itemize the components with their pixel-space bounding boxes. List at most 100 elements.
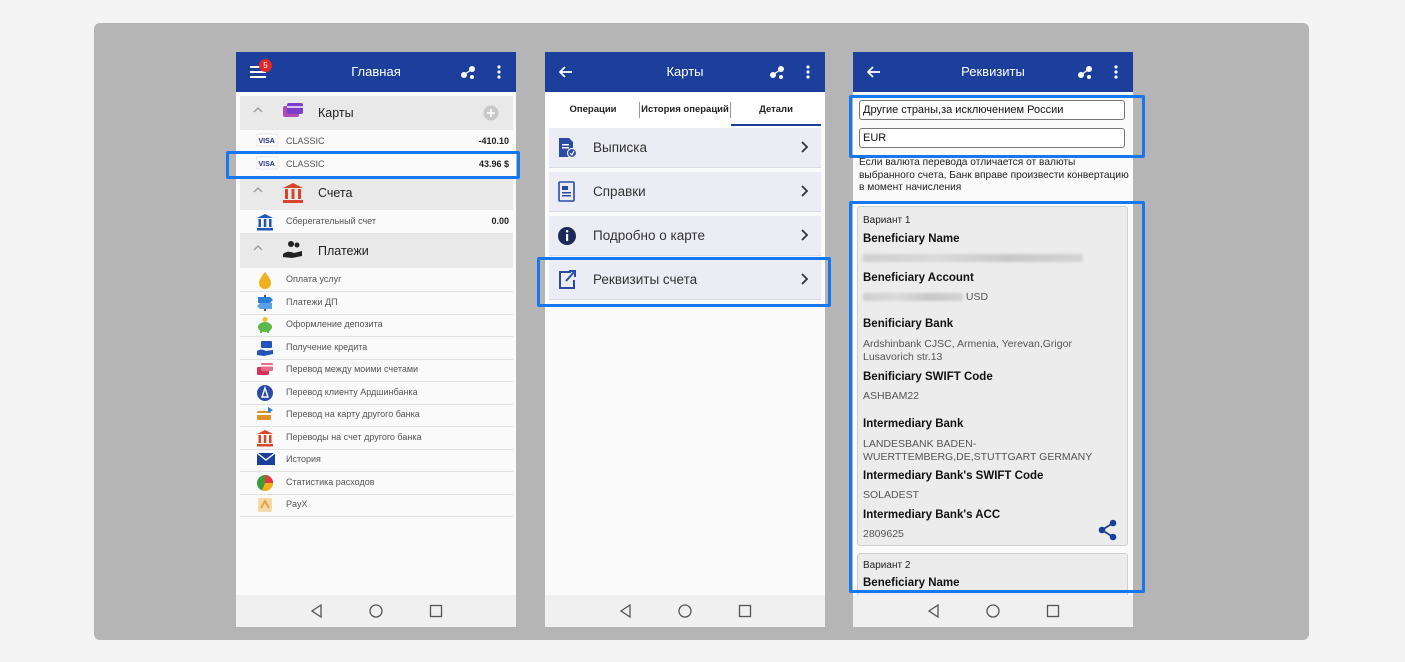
list-item[interactable]: Платежи ДП	[240, 292, 513, 315]
chevron-up-icon	[253, 107, 263, 113]
app-bar: Реквизиты	[853, 52, 1133, 92]
list-item[interactable]: VISA CLASSIC 43.96 $	[240, 154, 513, 177]
item-label: Сберегательный счет	[286, 216, 377, 226]
connect-button[interactable]	[456, 52, 480, 92]
list-item[interactable]: Перевод клиенту Ардшинбанка	[240, 382, 513, 405]
app-bar: 5 Главная	[236, 52, 516, 92]
recents-nav-icon[interactable]	[1046, 604, 1060, 618]
molecule-icon	[461, 66, 475, 79]
home-nav-icon[interactable]	[986, 604, 1000, 618]
recents-nav-icon[interactable]	[429, 604, 443, 618]
list-item[interactable]: Перевод между моими счетами	[240, 359, 513, 382]
connect-button[interactable]	[765, 52, 789, 92]
back-nav-icon[interactable]	[310, 604, 324, 618]
group-label: Счета	[318, 186, 353, 200]
item-label: Получение кредита	[286, 341, 368, 352]
group-label: Платежи	[318, 244, 369, 258]
group-label: Карты	[318, 106, 354, 120]
certificate-icon	[558, 181, 575, 202]
chevron-up-icon	[253, 245, 263, 251]
more-options-button[interactable]	[1104, 52, 1128, 92]
molecule-icon	[1078, 66, 1092, 79]
more-vertical-icon	[806, 65, 810, 79]
menu-label: Выписка	[593, 140, 648, 155]
account-number-redacted	[863, 293, 963, 302]
item-label: Оплата услуг	[286, 274, 342, 284]
item-amount: 43.96 $	[478, 158, 509, 169]
tab-details[interactable]: Детали	[731, 92, 821, 126]
field-value: Ardshinbank CJSC, Armenia, Yerevan,Grigo…	[863, 338, 1072, 363]
system-nav-bar	[236, 595, 516, 627]
back-nav-icon[interactable]	[927, 604, 941, 618]
list-item[interactable]: PayX	[240, 494, 513, 517]
list-item[interactable]: Получение кредита	[240, 337, 513, 360]
tabs-bar: Операции История операций Детали	[545, 92, 825, 128]
field-label: Intermediary Bank's SWIFT Code	[863, 470, 1044, 482]
country-select[interactable]: Другие страны,за исключением России	[859, 100, 1125, 120]
item-label: Статистика расходов	[286, 476, 375, 487]
variant-card-1: Вариант 1 Beneficiary Name Beneficiary A…	[857, 206, 1128, 546]
field-value: ASHBAM22	[863, 390, 920, 402]
bank-icon	[283, 183, 303, 203]
share-icon[interactable]	[1098, 519, 1118, 541]
back-nav-icon[interactable]	[619, 604, 633, 618]
beneficiary-name-redacted	[863, 252, 1113, 265]
more-options-button[interactable]	[487, 52, 511, 92]
connect-button[interactable]	[1073, 52, 1097, 92]
field-label: Intermediary Bank's ACC	[863, 509, 1001, 521]
menu-account-details[interactable]: Реквизиты счета	[549, 260, 821, 300]
variant-label: Вариант 2	[863, 560, 911, 571]
tab-divider	[639, 102, 640, 118]
more-vertical-icon	[1114, 65, 1118, 79]
active-tab-indicator	[731, 124, 821, 126]
list-item[interactable]: Сберегательный счет 0.00	[240, 211, 513, 234]
visa-icon: VISA	[255, 156, 279, 175]
menu-card-details[interactable]: Подробно о карте	[549, 216, 821, 256]
molecule-icon	[770, 66, 784, 79]
item-label: Перевод на карту другого банка	[286, 409, 420, 419]
item-label: Перевод клиенту Ардшинбанка	[286, 386, 418, 397]
hand-coins-icon	[283, 241, 302, 258]
field-label: Beneficiary Account	[863, 272, 974, 284]
list-item[interactable]: Перевод на карту другого банка	[240, 404, 513, 427]
tab-history[interactable]: История операций	[641, 92, 729, 126]
field-label: Beneficiary Name	[863, 233, 960, 245]
field-label: Intermediary Bank	[863, 418, 964, 430]
more-vertical-icon	[497, 65, 501, 79]
phone-cards-screen: Карты Операции История операций Детали В…	[545, 52, 825, 627]
group-payments[interactable]: Платежи	[240, 234, 513, 268]
envelope-icon	[256, 451, 276, 472]
conversion-note: Если валюта перевода отличается от валют…	[859, 157, 1129, 193]
chevron-right-icon	[801, 141, 809, 153]
list-item[interactable]: Оформление депозита	[240, 314, 513, 337]
chevron-right-icon	[801, 185, 809, 197]
chevron-right-icon	[801, 273, 809, 285]
add-icon[interactable]	[483, 105, 499, 121]
phone-home-screen: 5 Главная Карты VISA CLASSIC -410.10 VISA CL…	[236, 52, 516, 627]
list-item[interactable]: VISA CLASSIC -410.10	[240, 131, 513, 154]
home-nav-icon[interactable]	[369, 604, 383, 618]
recents-nav-icon[interactable]	[738, 604, 752, 618]
menu-certificates[interactable]: Справки	[549, 172, 821, 212]
list-item[interactable]: История	[240, 449, 513, 472]
field-label: Benificiary Bank	[863, 318, 954, 330]
group-cards[interactable]: Карты	[240, 96, 513, 130]
field-label: Benificiary SWIFT Code	[863, 371, 993, 383]
currency-select[interactable]: EUR	[859, 128, 1125, 148]
field-label: Beneficiary Name	[863, 577, 960, 589]
tab-operations[interactable]: Операции	[551, 92, 635, 126]
menu-statement[interactable]: Выписка	[549, 128, 821, 168]
more-options-button[interactable]	[796, 52, 820, 92]
list-item[interactable]: Переводы на счет другого банка	[240, 427, 513, 450]
visa-icon: VISA	[255, 133, 279, 152]
system-nav-bar	[853, 595, 1133, 627]
home-nav-icon[interactable]	[678, 604, 692, 618]
variant-label: Вариант 1	[863, 215, 911, 226]
chevron-up-icon	[253, 187, 263, 193]
list-item[interactable]: Оплата услуг	[240, 269, 513, 292]
list-item[interactable]: Статистика расходов	[240, 472, 513, 495]
group-accounts[interactable]: Счета	[240, 176, 513, 210]
item-label: Платежи ДП	[286, 296, 338, 307]
statement-icon	[559, 138, 577, 159]
item-label: PayX	[286, 499, 308, 509]
